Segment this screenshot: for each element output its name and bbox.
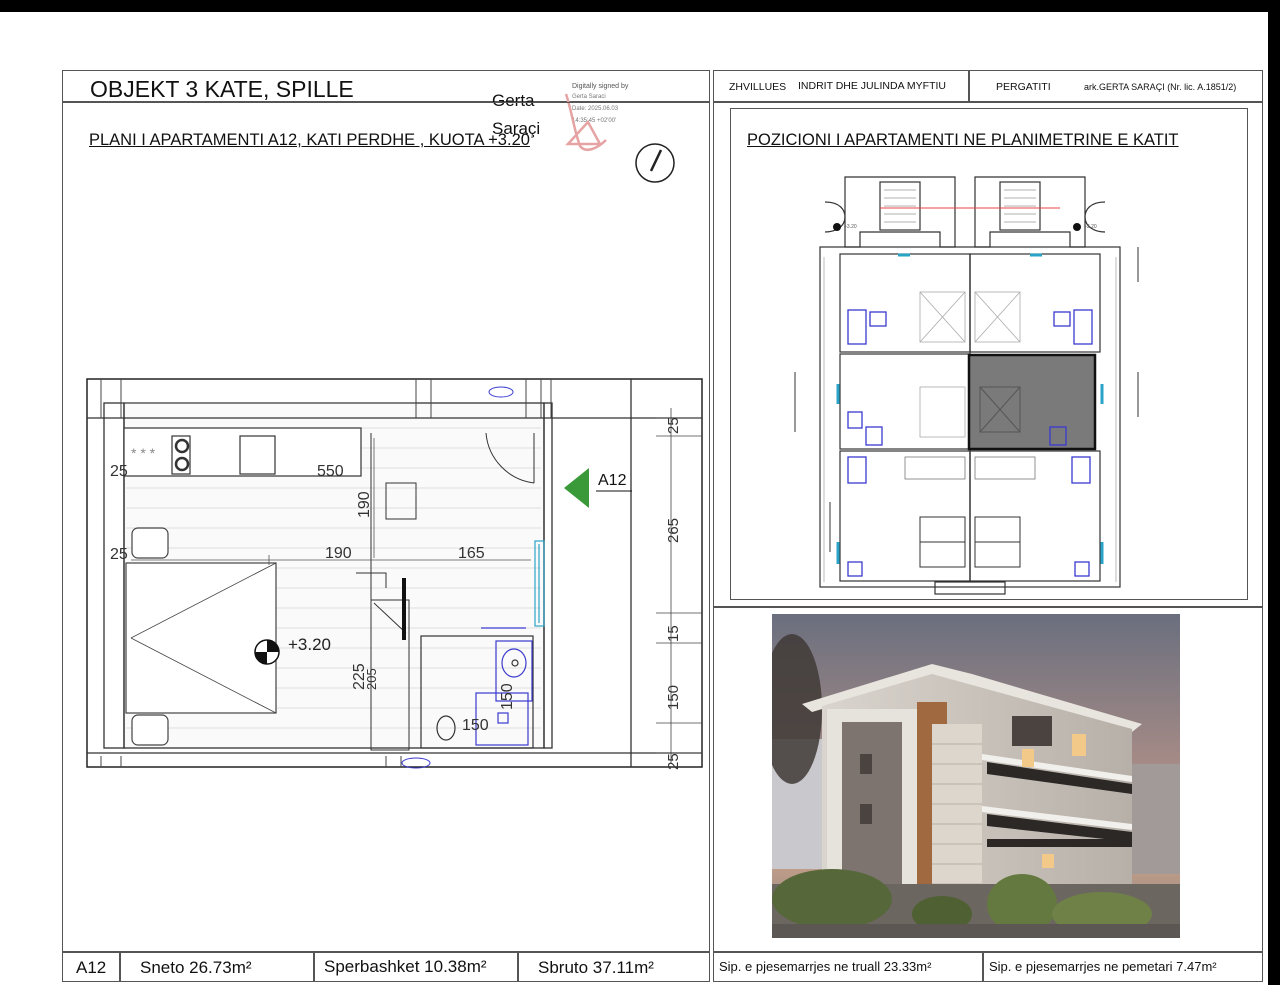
footer-apt: A12 (76, 958, 107, 977)
floor-position-plan: +3.20 +3.20 (794, 176, 1139, 595)
prepared-label: PERGATITI (996, 81, 1051, 93)
prepared-name: ark.GERTA SARAÇI (Nr. lic. A.1851/2) (1084, 82, 1237, 92)
dim-150-horizontal: 150 (462, 717, 489, 734)
footer-sperbashket: Sperbashket 10.38m² (324, 957, 487, 976)
footer-pemetari: Sip. e pjesemarrjes ne pemetari 7.47m² (989, 959, 1217, 974)
side-dim-265: 265 (665, 518, 682, 543)
plan-apartment-tag: A12 (598, 472, 627, 489)
plan-level-mark: +3.20 (288, 635, 331, 654)
footer-sbruto: Sbruto 37.11m² (538, 958, 654, 977)
developer-name: INDRIT DHE JULINDA MYFTIU (798, 80, 946, 92)
dim-25-left-a: 25 (110, 463, 128, 480)
dim-150-vertical: 150 (499, 683, 516, 710)
drawing-sheet: OBJEKT 3 KATE, SPILLE ZHVILLUES INDRIT D… (0, 12, 1268, 985)
dim-190-vertical: 190 (356, 491, 373, 518)
footer-sneto: Sneto 26.73m² (140, 958, 252, 977)
developer-label: ZHVILLUES (729, 81, 787, 93)
building-render-image (772, 614, 1180, 938)
north-arrow-icon (635, 143, 675, 183)
position-title: POZICIONI I APARTAMENTI NE PLANIMETRINE … (747, 131, 1179, 149)
apartment-floor-plan: * * * +3.20 550 190 165 25 25 150 190 22… (86, 378, 703, 770)
side-dim-15: 15 (665, 625, 682, 642)
position-level-left: +3.20 (844, 224, 857, 230)
footer-truall: Sip. e pjesemarrjes ne truall 23.33m² (719, 959, 932, 974)
dim-165: 165 (458, 545, 485, 562)
dim-205: 205 (364, 668, 379, 690)
plan-subtitle: PLANI I APARTAMENTI A12, KATI PERDHE , K… (89, 131, 530, 149)
dim-25-left-b: 25 (110, 546, 128, 563)
dim-190-horizontal: 190 (325, 545, 352, 562)
side-dim-25-top: 25 (665, 417, 682, 434)
dim-550: 550 (317, 463, 344, 480)
position-level-right: +3.20 (1084, 224, 1097, 230)
svg-text:* * *: * * * (131, 445, 156, 461)
side-dim-150: 150 (665, 685, 682, 710)
side-dim-25-bottom: 25 (665, 753, 682, 770)
project-title: OBJEKT 3 KATE, SPILLE (90, 76, 354, 102)
